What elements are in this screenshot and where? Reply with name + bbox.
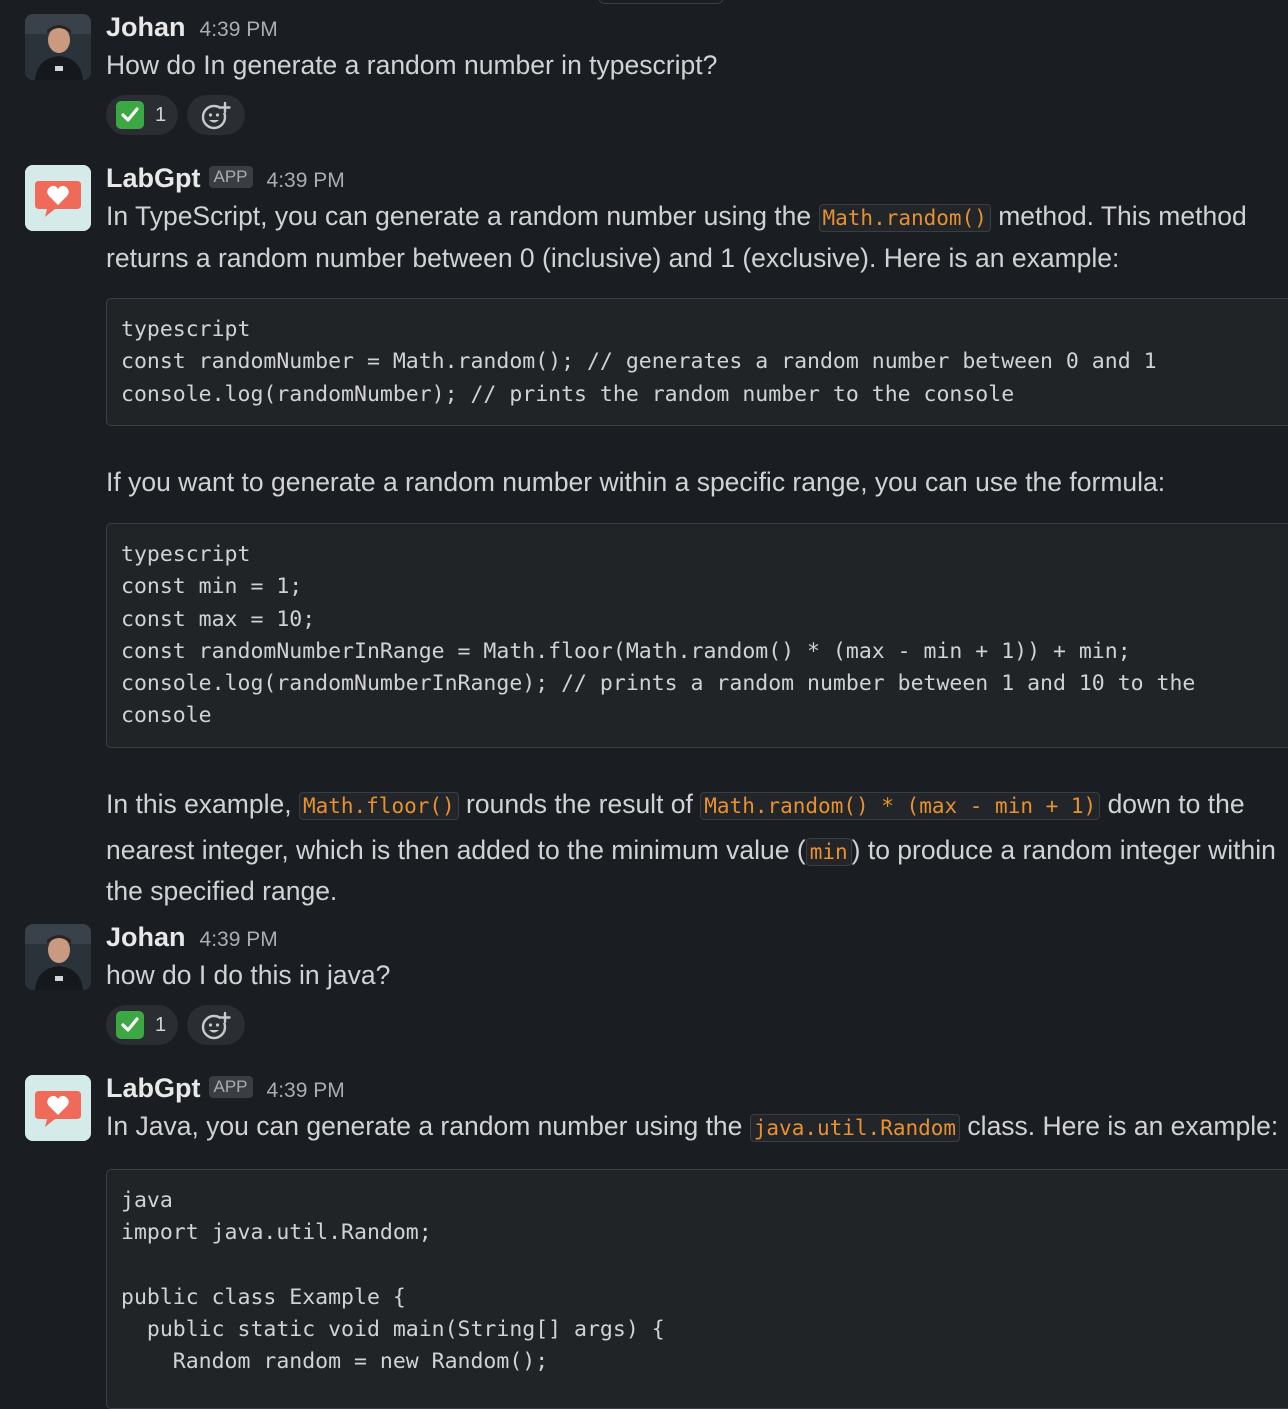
message-johan-1: Johan 4:39 PM How do In generate a rando… xyxy=(0,12,1288,152)
avatar[interactable] xyxy=(25,14,91,80)
inline-code: min xyxy=(805,837,852,866)
author-name[interactable]: LabGpt xyxy=(106,1073,201,1104)
reaction-check[interactable]: 1 xyxy=(106,1005,179,1045)
heart-speech-bubble-icon xyxy=(25,165,91,231)
message-text: how do I do this in java? xyxy=(106,960,391,990)
message-text-line: the specified range. xyxy=(106,876,338,906)
author-name[interactable]: Johan xyxy=(106,922,186,953)
code-block[interactable]: typescript const randomNumber = Math.rand… xyxy=(106,298,1288,426)
message-labgpt-1: LabGpt APP 4:39 PM In TypeScript, you ca… xyxy=(0,163,1288,906)
white-check-mark-icon xyxy=(116,1011,144,1039)
user-photo-icon xyxy=(25,924,91,990)
author-name[interactable]: LabGpt xyxy=(106,163,201,194)
new-messages-pill[interactable] xyxy=(598,0,724,4)
timestamp[interactable]: 4:39 PM xyxy=(267,1079,345,1103)
add-reaction-button[interactable] xyxy=(187,95,246,135)
avatar[interactable] xyxy=(25,165,91,231)
message-text-line: If you want to generate a random number … xyxy=(106,467,1166,497)
reaction-check[interactable]: 1 xyxy=(106,95,179,135)
add-reaction-icon xyxy=(201,101,231,130)
author-name[interactable]: Johan xyxy=(106,12,186,43)
message-labgpt-2: LabGpt APP 4:39 PM In Java, you can gene… xyxy=(0,1073,1288,1409)
message-text-line: returns a random number between 0 (inclu… xyxy=(106,242,1120,273)
code-block[interactable]: typescript const min = 1; const max = 10; c… xyxy=(106,523,1288,748)
message-text-line: In Java, you can generate a random numbe… xyxy=(106,1111,1279,1142)
inline-code: Math.floor() xyxy=(298,792,459,820)
timestamp[interactable]: 4:39 PM xyxy=(267,169,345,193)
inline-code: Math.random() * (max - min + 1) xyxy=(700,792,1101,820)
avatar[interactable] xyxy=(25,1075,91,1141)
user-photo-icon xyxy=(25,14,91,80)
timestamp[interactable]: 4:39 PM xyxy=(200,928,278,952)
add-reaction-icon xyxy=(201,1011,231,1040)
add-reaction-button[interactable] xyxy=(187,1005,246,1045)
message-text-line: In TypeScript, you can generate a random… xyxy=(106,201,1247,232)
app-badge: APP xyxy=(208,166,253,188)
inline-code: java.util.Random xyxy=(749,1114,961,1142)
heart-speech-bubble-icon xyxy=(25,1075,91,1141)
code-block[interactable]: java import java.util.Random; public class… xyxy=(106,1169,1288,1409)
reaction-count: 1 xyxy=(155,103,167,126)
reaction-count: 1 xyxy=(155,1013,167,1036)
message-text-line: nearest integer, which is then added to … xyxy=(106,834,1276,866)
message-text-line: In this example, Math.floor() rounds the… xyxy=(106,789,1245,820)
white-check-mark-icon xyxy=(116,101,144,129)
message-text: How do In generate a random number in ty… xyxy=(106,50,718,80)
avatar[interactable] xyxy=(25,924,91,990)
inline-code: Math.random() xyxy=(818,204,991,232)
message-johan-2: Johan 4:39 PM how do I do this in java? … xyxy=(0,922,1288,1062)
app-badge: APP xyxy=(208,1076,253,1098)
timestamp[interactable]: 4:39 PM xyxy=(200,18,278,42)
